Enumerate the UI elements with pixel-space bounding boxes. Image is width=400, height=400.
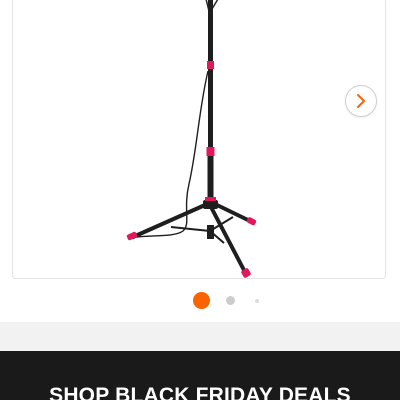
chevron-right-icon (357, 94, 365, 108)
product-image (126, 0, 257, 278)
section-divider (0, 322, 400, 351)
black-friday-banner[interactable]: SHOP BLACK FRIDAY DEALS (0, 351, 400, 400)
carousel-next-button[interactable] (345, 85, 377, 117)
carousel-dot-active[interactable] (193, 292, 210, 309)
carousel-dot[interactable] (255, 299, 259, 303)
product-image-card[interactable] (12, 0, 386, 279)
carousel-pagination (0, 291, 400, 309)
carousel-dot[interactable] (226, 296, 235, 305)
banner-text: SHOP BLACK FRIDAY DEALS (49, 384, 351, 400)
